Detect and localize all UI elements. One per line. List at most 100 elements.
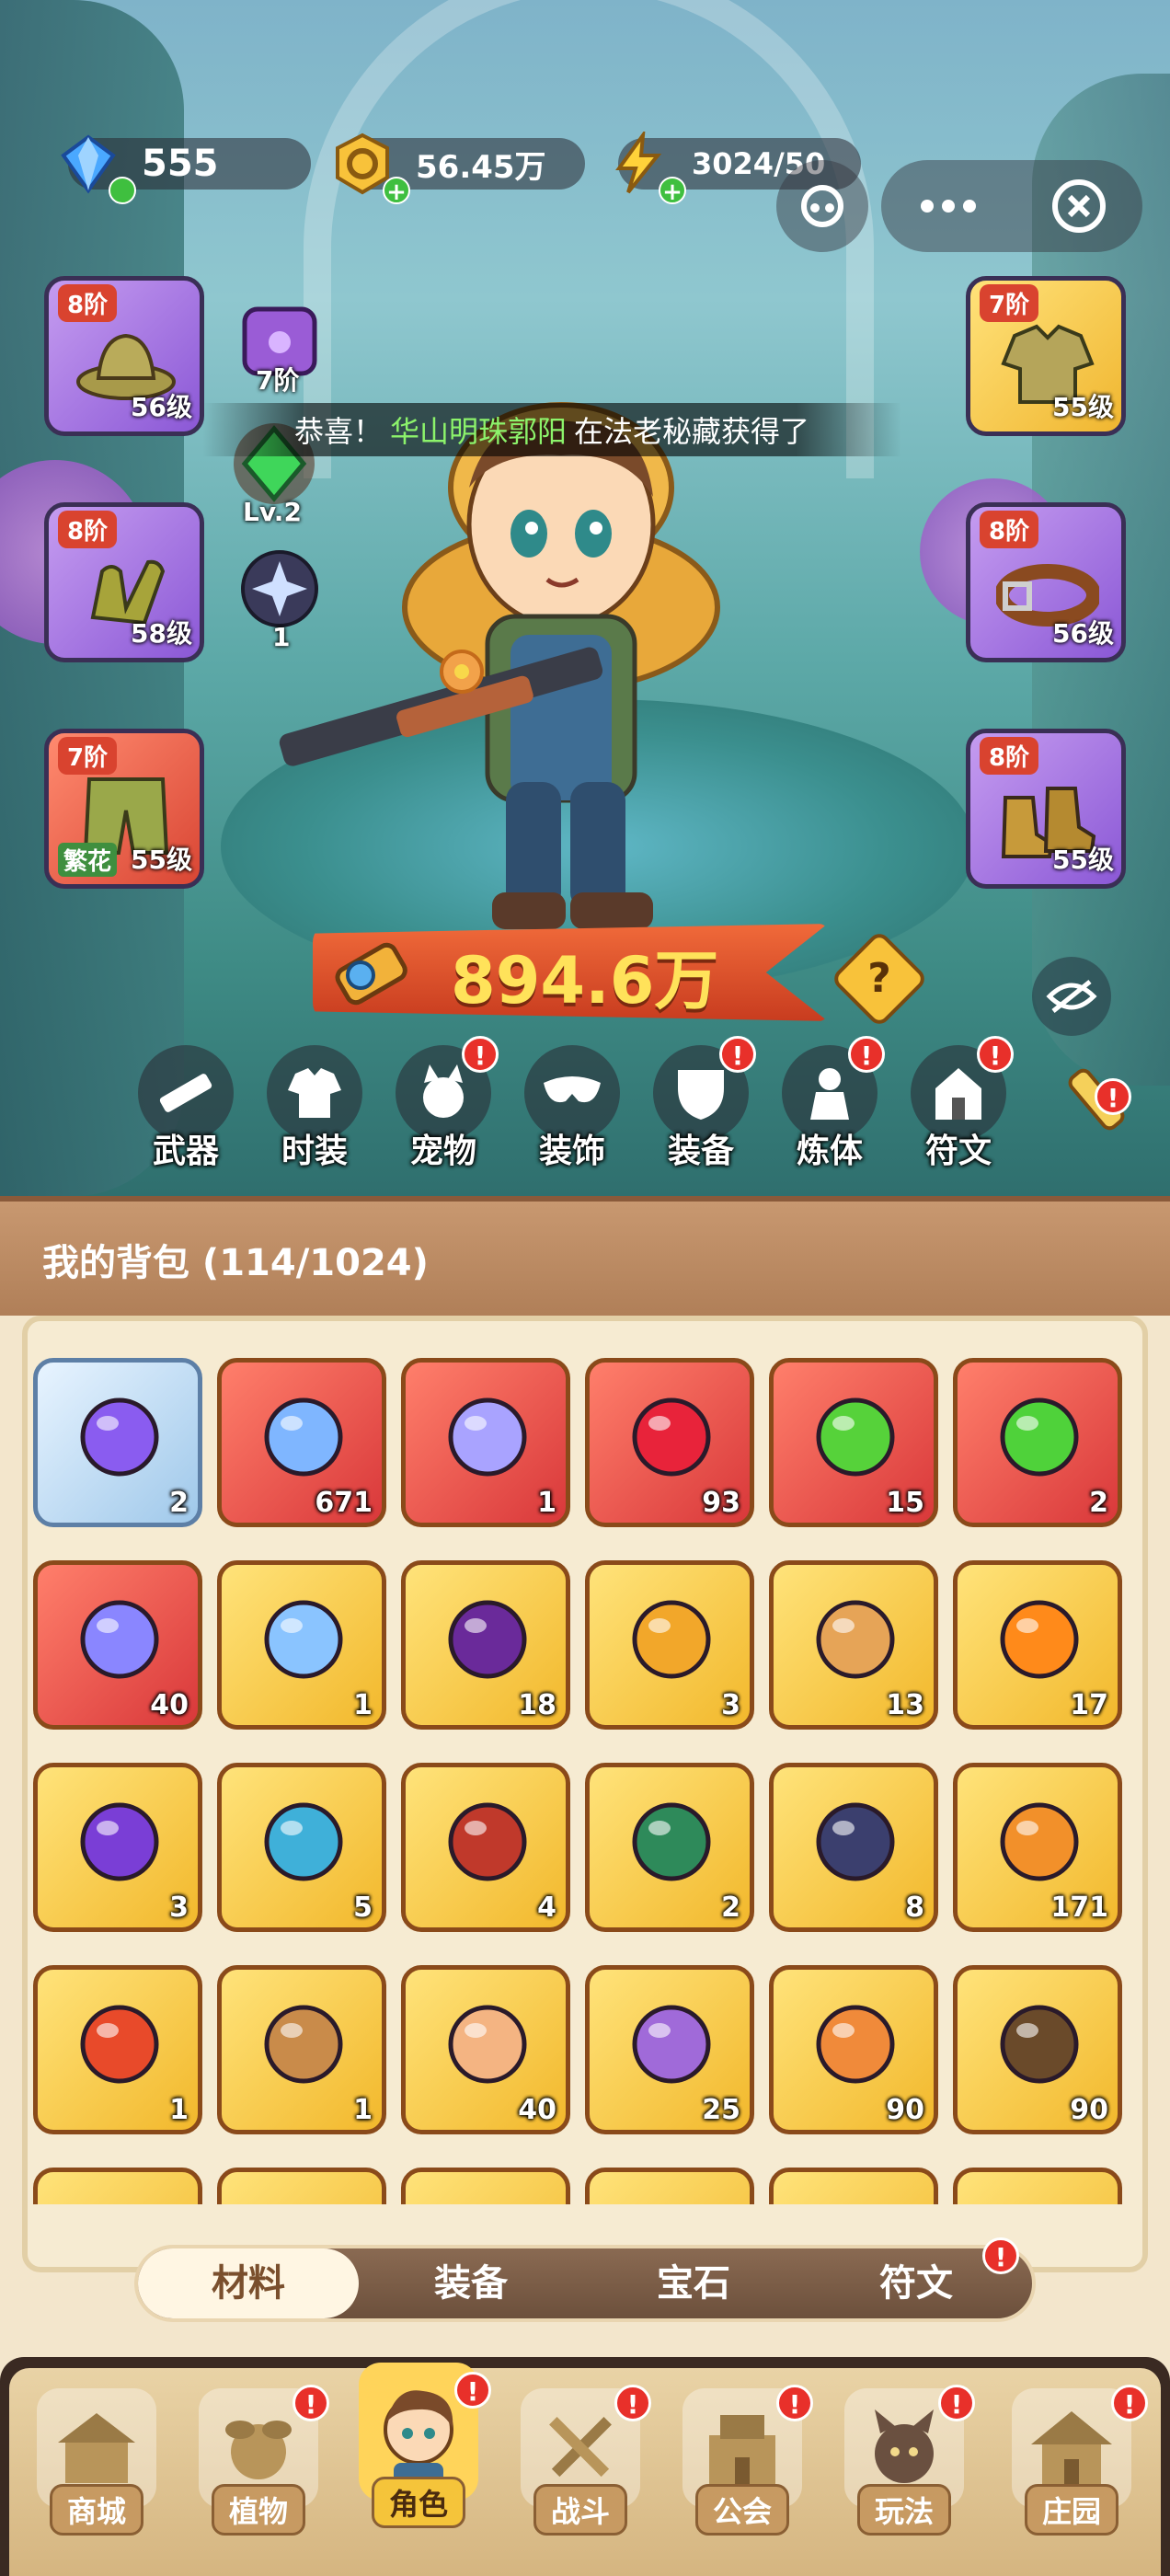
bag-item[interactable]: 2 [585, 1763, 754, 1932]
equip-slot-boots[interactable]: 8阶 55级 [966, 729, 1126, 889]
level-label: 56级 [131, 392, 192, 422]
notice-player-name[interactable]: 华山明珠郭阳 [390, 408, 567, 451]
star-orb-button[interactable] [235, 545, 324, 633]
func-weapon[interactable]: 武器 [131, 1045, 241, 1174]
tab-equipment[interactable]: 装备 [361, 2248, 581, 2318]
item-count: 171 [1050, 1892, 1108, 1924]
tab-gems[interactable]: 宝石 [583, 2248, 804, 2318]
level-label: 55级 [1052, 392, 1114, 422]
nav-guild[interactable]: 公会 ! [666, 2385, 819, 2563]
question-icon: ? [867, 955, 891, 1002]
bag-item[interactable]: 3 [33, 1763, 202, 1932]
bag-item-partial[interactable] [33, 2168, 202, 2204]
func-label: 装备 [667, 1133, 734, 1170]
item-count: 1 [353, 2094, 373, 2126]
bag-item-partial[interactable] [217, 2168, 386, 2204]
func-label: 炼体 [796, 1133, 863, 1170]
player-character[interactable] [258, 304, 846, 948]
func-body-refine[interactable]: 炼体 ! [774, 1036, 885, 1174]
nav-manor[interactable]: 庄园 ! [995, 2385, 1148, 2563]
item-count: 2 [169, 1487, 189, 1519]
bag-item[interactable]: 15 [769, 1358, 938, 1527]
close-icon[interactable] [1050, 177, 1108, 236]
func-label: 装饰 [538, 1133, 605, 1170]
bag-item[interactable]: 5 [217, 1763, 386, 1932]
tier-label: 7阶 [58, 737, 118, 775]
tab-materials[interactable]: 材料 [138, 2248, 359, 2318]
item-count: 3 [721, 1689, 740, 1721]
nav-label: 公会 [694, 2484, 789, 2536]
fire-pyramid-icon [1000, 1600, 1079, 1679]
bag-item[interactable]: 25 [585, 1965, 754, 2134]
equip-slot-belt[interactable]: 8阶 56级 [966, 502, 1126, 662]
bag-item-partial[interactable] [953, 2168, 1122, 2204]
add-gem-button[interactable]: ! [109, 177, 136, 204]
bag-item[interactable]: 8 [769, 1763, 938, 1932]
bag-item[interactable]: 17 [953, 1560, 1122, 1730]
gold-currency[interactable]: + 56.45万 [336, 132, 585, 206]
gem-amount: 555 [142, 143, 219, 185]
nav-battle[interactable]: 战斗 ! [504, 2385, 657, 2563]
bag-item[interactable]: 3 [585, 1560, 754, 1730]
bag-item[interactable]: 1 [33, 1965, 202, 2134]
equip-slot-shirt[interactable]: 7阶 55级 [966, 276, 1126, 436]
bag-item-partial[interactable] [769, 2168, 938, 2204]
bag-item[interactable]: 40 [401, 1965, 570, 2134]
func-rune[interactable]: 符文 ! [903, 1036, 1014, 1174]
bag-item[interactable]: 93 [585, 1358, 754, 1527]
service-button[interactable] [776, 160, 868, 252]
bag-item[interactable]: 13 [769, 1560, 938, 1730]
item-count: 40 [150, 1689, 189, 1721]
nav-plant[interactable]: 植物 ! [182, 2385, 335, 2563]
golden-ring-icon [80, 1397, 159, 1477]
bag-item[interactable]: 1 [401, 1358, 570, 1527]
func-equipment[interactable]: 装备 ! [646, 1036, 756, 1174]
plant-icon [225, 2421, 292, 2479]
more-icon[interactable] [916, 197, 981, 215]
bag-item[interactable]: 2 [953, 1358, 1122, 1527]
add-gold-button[interactable]: + [383, 177, 410, 206]
level-label: 58级 [131, 618, 192, 649]
green-cube-icon [632, 1802, 711, 1881]
bag-item[interactable]: 671 [217, 1358, 386, 1527]
bag-item[interactable]: 171 [953, 1763, 1122, 1932]
bag-item[interactable]: 40 [33, 1560, 202, 1730]
bag-item[interactable]: 18 [401, 1560, 570, 1730]
level-label: 55级 [131, 845, 192, 875]
bag-item[interactable]: 90 [953, 1965, 1122, 2134]
nav-gameplay[interactable]: 玩法 ! [828, 2385, 981, 2563]
alert-badge: ! [292, 2385, 329, 2421]
star-orb-icon [241, 550, 318, 627]
hide-ui-button[interactable] [1032, 957, 1111, 1036]
equip-slot-pants[interactable]: 7阶 繁花 55级 [44, 729, 204, 889]
bag-grid: 2 671 1 93 15 2 40 1 18 3 13 17 3 5 4 2 8 171 1 1 40 25 90 90 [33, 1358, 1137, 2204]
bag-item[interactable]: 2 [33, 1358, 202, 1527]
nav-character[interactable]: 角色 ! [342, 2363, 495, 2537]
alert-badge: ! [982, 2237, 1019, 2274]
equip-slot-hat[interactable]: 8阶 56级 [44, 276, 204, 436]
func-decoration[interactable]: 装饰 [517, 1045, 627, 1174]
item-count: 2 [721, 1892, 740, 1924]
equip-slot-gloves[interactable]: 8阶 58级 [44, 502, 204, 662]
alert-badge: ! [1095, 1078, 1131, 1115]
guild-icon [709, 2415, 775, 2485]
func-pet[interactable]: 宠物 ! [388, 1036, 499, 1174]
bag-item[interactable]: 90 [769, 1965, 938, 2134]
item-count: 1 [169, 2094, 189, 2126]
func-outfit[interactable]: 时装 [259, 1045, 370, 1174]
gem-currency[interactable]: ! 555 [61, 134, 311, 204]
bag-item-partial[interactable] [585, 2168, 754, 2204]
bag-item[interactable]: 1 [217, 1560, 386, 1730]
blue-mushroom-icon [264, 1802, 343, 1881]
gold-amount: 56.45万 [416, 148, 546, 186]
bag-item[interactable]: 4 [401, 1763, 570, 1932]
jar-icon [816, 2005, 895, 2084]
alert-badge: ! [776, 2385, 813, 2421]
purple-book-icon [632, 2005, 711, 2084]
nav-shop[interactable]: 商城 [20, 2388, 173, 2563]
bag-item-partial[interactable] [401, 2168, 570, 2204]
ruby-key-icon [632, 1600, 711, 1679]
add-energy-button[interactable]: + [659, 177, 686, 206]
tier-label: 8阶 [58, 284, 118, 322]
bag-item[interactable]: 1 [217, 1965, 386, 2134]
